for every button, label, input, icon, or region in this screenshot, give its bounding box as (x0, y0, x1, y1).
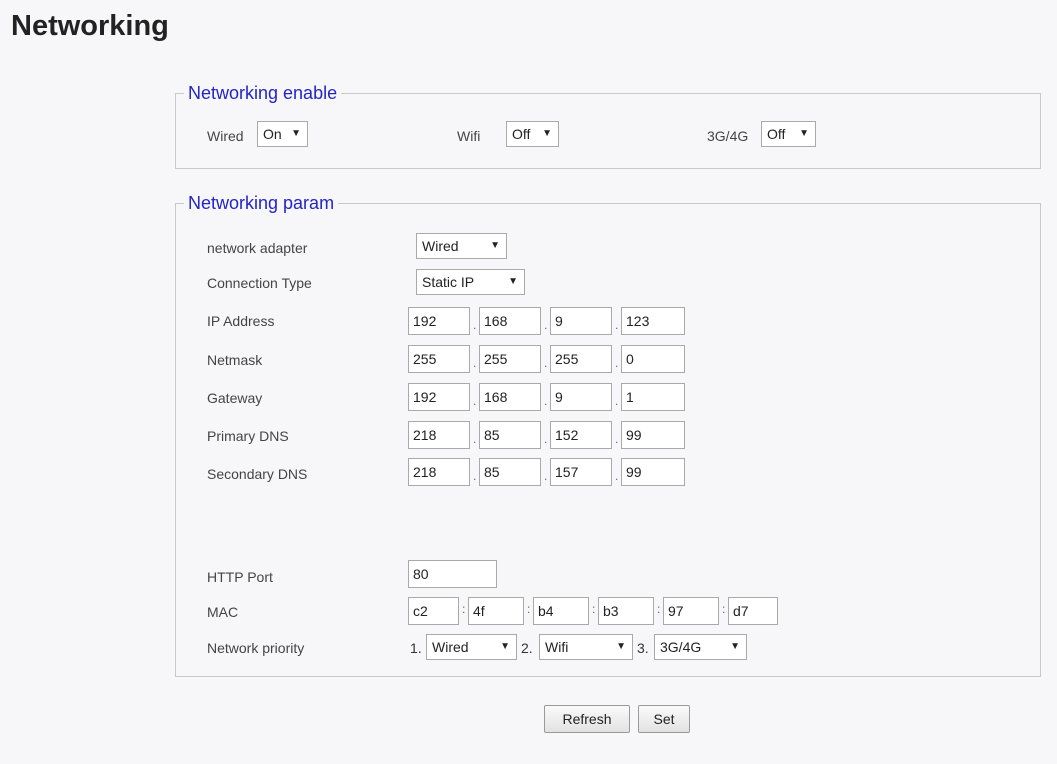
cell-enable-value: Off (767, 126, 786, 142)
secondary-dns-octet-1[interactable]: 218 (408, 458, 470, 486)
ip-address-octet-2[interactable]: 168 (479, 307, 541, 335)
octet-separator: . (473, 318, 477, 332)
network-priority-label: Network priority (207, 640, 305, 656)
octet-separator: . (544, 394, 548, 408)
connection-type-value: Static IP (422, 274, 475, 290)
ip-address-octet-1[interactable]: 192 (408, 307, 470, 335)
netmask-octet-4[interactable]: 0 (621, 345, 685, 373)
dropdown-arrow-icon: ▼ (730, 641, 740, 652)
ip-address-label: IP Address (207, 313, 275, 329)
networking-param-legend: Networking param (184, 191, 339, 215)
gateway-octet-3[interactable]: 9 (550, 383, 612, 411)
dropdown-arrow-icon: ▼ (500, 641, 510, 652)
connection-type-select[interactable]: Static IP ▼ (416, 269, 525, 295)
dropdown-arrow-icon: ▼ (490, 240, 500, 251)
octet-separator: . (544, 356, 548, 370)
ip-address-octet-4[interactable]: 123 (621, 307, 685, 335)
priority-number-3: 3. (637, 640, 649, 656)
priority-number-2: 2. (521, 640, 533, 656)
wired-enable-select[interactable]: On ▼ (257, 121, 308, 147)
dropdown-arrow-icon: ▼ (508, 276, 518, 287)
mac-separator: : (592, 602, 596, 616)
page-title: Networking (11, 10, 169, 42)
mac-separator: : (722, 602, 726, 616)
octet-separator: . (615, 318, 619, 332)
connection-type-label: Connection Type (207, 275, 312, 291)
secondary-dns-octet-4[interactable]: 99 (621, 458, 685, 486)
priority-select-3[interactable]: 3G/4G ▼ (654, 634, 747, 660)
http-port-input[interactable]: 80 (408, 560, 497, 588)
secondary-dns-octet-3[interactable]: 157 (550, 458, 612, 486)
mac-label: MAC (207, 604, 239, 620)
mac-byte-4[interactable]: b3 (598, 597, 654, 625)
wifi-enable-value: Off (512, 126, 531, 142)
octet-separator: . (473, 432, 477, 446)
dropdown-arrow-icon: ▼ (291, 128, 301, 139)
primary-dns-octet-3[interactable]: 152 (550, 421, 612, 449)
priority-value-1: Wired (432, 639, 469, 655)
wifi-enable-label: Wifi (457, 128, 481, 144)
primary-dns-octet-2[interactable]: 85 (479, 421, 541, 449)
octet-separator: . (544, 432, 548, 446)
cell-enable-select[interactable]: Off ▼ (761, 121, 816, 147)
octet-separator: . (473, 356, 477, 370)
dropdown-arrow-icon: ▼ (616, 641, 626, 652)
mac-byte-5[interactable]: 97 (663, 597, 719, 625)
netmask-label: Netmask (207, 352, 263, 368)
mac-separator: : (657, 602, 661, 616)
octet-separator: . (615, 432, 619, 446)
mac-separator: : (462, 602, 466, 616)
octet-separator: . (615, 394, 619, 408)
priority-value-2: Wifi (545, 639, 569, 655)
set-button[interactable]: Set (638, 705, 690, 733)
gateway-octet-2[interactable]: 168 (479, 383, 541, 411)
netmask-octet-3[interactable]: 255 (550, 345, 612, 373)
dropdown-arrow-icon: ▼ (542, 128, 552, 139)
octet-separator: . (544, 469, 548, 483)
gateway-octet-4[interactable]: 1 (621, 383, 685, 411)
octet-separator: . (544, 318, 548, 332)
refresh-button[interactable]: Refresh (544, 705, 630, 733)
wired-enable-value: On (263, 126, 282, 142)
network-adapter-select[interactable]: Wired ▼ (416, 233, 507, 259)
mac-byte-2[interactable]: 4f (468, 597, 524, 625)
dropdown-arrow-icon: ▼ (799, 128, 809, 139)
netmask-octet-1[interactable]: 255 (408, 345, 470, 373)
priority-number-1: 1. (410, 640, 422, 656)
octet-separator: . (615, 469, 619, 483)
secondary-dns-label: Secondary DNS (207, 466, 308, 482)
network-adapter-value: Wired (422, 238, 459, 254)
mac-byte-6[interactable]: d7 (728, 597, 778, 625)
wired-enable-label: Wired (207, 128, 244, 144)
gateway-octet-1[interactable]: 192 (408, 383, 470, 411)
octet-separator: . (473, 469, 477, 483)
wifi-enable-select[interactable]: Off ▼ (506, 121, 559, 147)
netmask-octet-2[interactable]: 255 (479, 345, 541, 373)
mac-byte-1[interactable]: c2 (408, 597, 459, 625)
primary-dns-label: Primary DNS (207, 428, 289, 444)
priority-value-3: 3G/4G (660, 639, 702, 655)
secondary-dns-octet-2[interactable]: 85 (479, 458, 541, 486)
http-port-label: HTTP Port (207, 569, 273, 585)
primary-dns-octet-1[interactable]: 218 (408, 421, 470, 449)
network-adapter-label: network adapter (207, 240, 308, 256)
octet-separator: . (615, 356, 619, 370)
octet-separator: . (473, 394, 477, 408)
priority-select-2[interactable]: Wifi ▼ (539, 634, 633, 660)
ip-address-octet-3[interactable]: 9 (550, 307, 612, 335)
primary-dns-octet-4[interactable]: 99 (621, 421, 685, 449)
mac-byte-3[interactable]: b4 (533, 597, 589, 625)
networking-enable-legend: Networking enable (184, 81, 342, 105)
mac-separator: : (527, 602, 531, 616)
gateway-label: Gateway (207, 390, 263, 406)
cell-enable-label: 3G/4G (707, 128, 749, 144)
priority-select-1[interactable]: Wired ▼ (426, 634, 517, 660)
